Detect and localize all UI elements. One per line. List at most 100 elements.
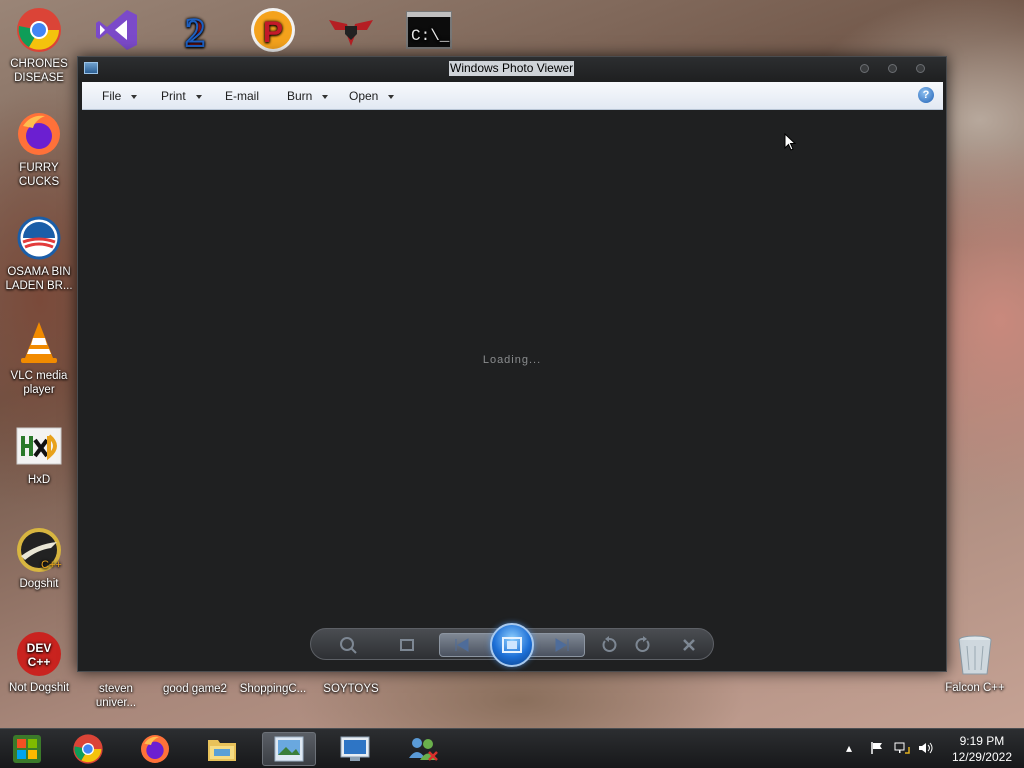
minimize-button[interactable]	[860, 64, 869, 73]
desktop-icon-falcon-cpp[interactable]: C++ Dogshit	[0, 526, 78, 591]
help-icon[interactable]: ?	[918, 87, 934, 103]
delete-icon[interactable]	[679, 636, 699, 654]
desktop-icon-label: Not Dogshit	[8, 682, 70, 694]
next-icon[interactable]	[552, 636, 572, 654]
desktop-icon-shield-wings[interactable]	[312, 6, 390, 57]
pinball-p-icon: P	[249, 6, 297, 54]
obama-logo-icon	[15, 214, 63, 262]
menu-file-label: File	[102, 89, 122, 103]
menu-file[interactable]: File	[102, 89, 138, 103]
explorer-icon	[208, 740, 236, 761]
shield-wings-icon	[327, 6, 375, 54]
photo-viewer-window[interactable]: Windows Photo Viewer File Print E-mail B…	[77, 56, 947, 672]
game2-icon: 2	[171, 6, 219, 54]
rotate-left-icon[interactable]	[599, 636, 619, 654]
desktop-icon-label: OSAMA BIN LADEN BR...	[5, 266, 73, 292]
desktop-icon-label: ShoppingC...	[239, 683, 307, 695]
start-button[interactable]	[0, 732, 54, 766]
desktop-icon-label: steven univer...	[95, 683, 137, 709]
desktop-icon-label: Falcon C++	[945, 682, 1005, 694]
recycle-bin-icon	[951, 630, 999, 678]
visual-studio-icon	[93, 6, 141, 54]
desktop-icon-chrome[interactable]: CHRONES DISEASE	[0, 6, 78, 85]
menu-open[interactable]: Open	[349, 89, 395, 103]
desktop-icon-vlc[interactable]: VLC media player	[0, 318, 78, 397]
slideshow-icon	[502, 637, 522, 653]
close-button[interactable]	[916, 64, 925, 73]
firefox-icon	[15, 110, 63, 158]
desktop-icon-label: FURRY CUCKS	[18, 162, 60, 188]
clock-time: 9:19 PM	[959, 734, 1005, 748]
menu-burn-label: Burn	[287, 89, 313, 103]
desktop-icon-firefox[interactable]: FURRY CUCKS	[0, 110, 78, 189]
network-icon[interactable]	[894, 741, 910, 758]
menu-burn[interactable]: Burn	[287, 89, 329, 103]
chevron-down-icon	[131, 94, 138, 99]
menu-print[interactable]: Print	[161, 89, 202, 103]
chevron-down-icon	[322, 94, 329, 99]
remote-desktop-icon	[340, 736, 370, 761]
show-hidden-icons-chevron[interactable]: ▴	[846, 741, 852, 755]
actual-size-icon[interactable]	[397, 636, 417, 654]
vlc-cone-icon	[15, 318, 63, 366]
chrome-icon	[15, 6, 63, 54]
desktop-icon-pinball[interactable]: P	[234, 6, 312, 57]
desktop-icon-visual-studio[interactable]	[78, 6, 156, 57]
menu-open-label: Open	[349, 89, 379, 103]
desktop-icon-game2[interactable]: 2	[156, 6, 234, 57]
photo-viewer-app-icon[interactable]	[84, 62, 98, 74]
console-icon: C:\_	[405, 6, 453, 54]
previous-icon[interactable]	[452, 636, 472, 654]
desktop-icon-label: CHRONES DISEASE	[10, 58, 68, 84]
rotate-right-icon[interactable]	[633, 636, 653, 654]
taskbar: ▴ 9:19 PM 12/29/2022	[0, 728, 1024, 768]
taskbar-network-people[interactable]	[396, 732, 450, 766]
desktop-icon-label: good game2	[163, 683, 227, 695]
photo-viewer-icon	[274, 736, 304, 762]
falcon-cpp-icon: C++	[15, 526, 63, 574]
menu-email-label: E-mail	[225, 89, 260, 103]
network-people-icon	[409, 738, 438, 761]
svg-text:C:\_: C:\_	[411, 27, 450, 45]
taskbar-remote-desktop[interactable]	[328, 732, 382, 766]
svg-text:DEV: DEV	[27, 641, 52, 655]
title-bar[interactable]: Windows Photo Viewer	[78, 57, 946, 81]
dev-cpp-icon: DEV C++	[15, 630, 63, 678]
slideshow-button[interactable]	[490, 623, 534, 667]
desktop-icon-shopping[interactable]: ShoppingC...	[234, 682, 312, 696]
menu-email[interactable]: E-mail	[225, 89, 259, 103]
svg-text:P: P	[263, 16, 283, 49]
desktop-icon-label: VLC media player	[10, 370, 68, 396]
chevron-down-icon	[195, 94, 202, 99]
desktop-icon-recycle-bin[interactable]: Falcon C++	[936, 630, 1014, 695]
desktop-icon-console[interactable]: C:\_	[390, 6, 468, 57]
taskbar-firefox[interactable]	[128, 732, 182, 766]
taskbar-explorer[interactable]	[195, 732, 249, 766]
mouse-cursor-icon	[784, 133, 796, 151]
start-orb-icon	[13, 735, 41, 763]
desktop-icon-label: Dogshit	[19, 578, 59, 590]
desktop-icon-good-game2[interactable]: good game2	[156, 682, 234, 696]
zoom-icon[interactable]	[339, 636, 359, 654]
system-clock[interactable]: 9:19 PM 12/29/2022	[952, 733, 1012, 765]
svg-text:C++: C++	[28, 655, 51, 669]
desktop-icon-hxd[interactable]: HxD	[0, 422, 78, 487]
taskbar-chrome[interactable]	[61, 732, 115, 766]
svg-text:C++: C++	[41, 559, 62, 571]
desktop-icon-soytoys[interactable]: SOYTOYS	[312, 682, 390, 696]
svg-text:2: 2	[185, 10, 205, 54]
window-title: Windows Photo Viewer	[449, 61, 575, 76]
action-center-flag-icon[interactable]	[870, 741, 884, 758]
volume-icon[interactable]	[918, 741, 934, 758]
chrome-icon	[73, 734, 103, 764]
loading-status: Loading...	[482, 354, 542, 366]
desktop-icon-obama-logo[interactable]: OSAMA BIN LADEN BR...	[0, 214, 78, 293]
maximize-button[interactable]	[888, 64, 897, 73]
desktop-icon-label: HxD	[27, 474, 51, 486]
chevron-down-icon	[388, 94, 395, 99]
desktop-icon-label: SOYTOYS	[323, 683, 379, 695]
taskbar-photo-viewer[interactable]	[262, 732, 316, 766]
clock-date: 12/29/2022	[951, 750, 1012, 764]
desktop-icon-steven[interactable]: steven univer...	[77, 682, 155, 710]
desktop-icon-dev-cpp[interactable]: DEV C++ Not Dogshit	[0, 630, 78, 695]
